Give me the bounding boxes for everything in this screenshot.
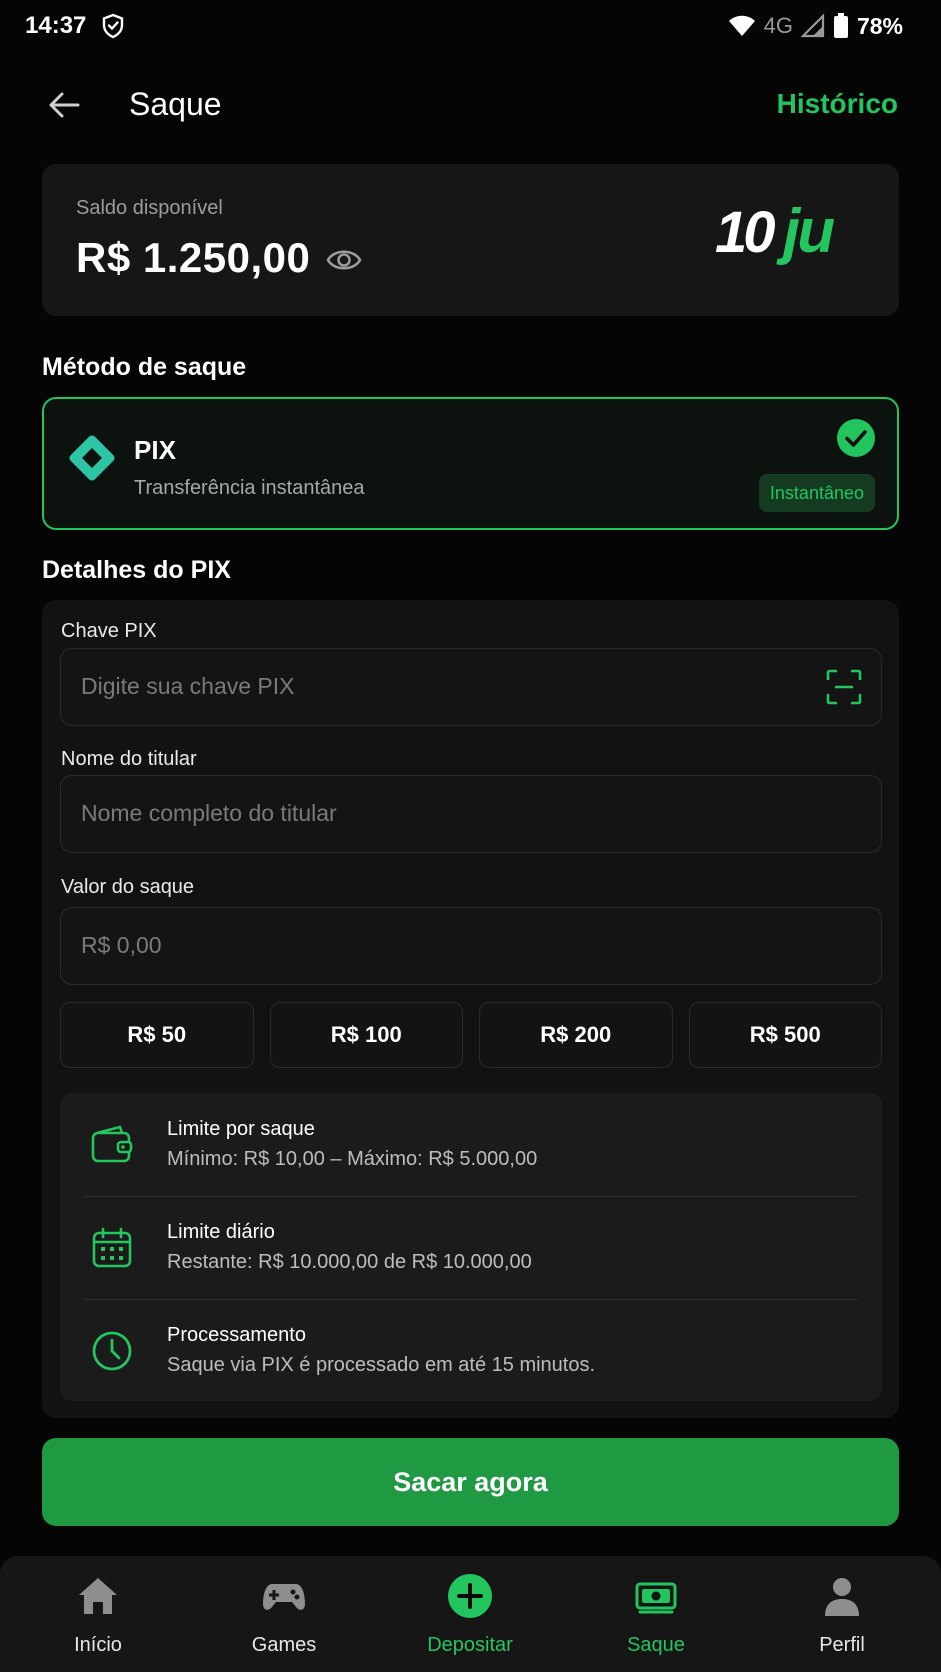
balance-card: Saldo disponível R$ 1.250,00 10 ju bbox=[42, 164, 899, 316]
balance-label: Saldo disponível bbox=[76, 197, 223, 219]
details-section-title: Detalhes do PIX bbox=[42, 556, 231, 584]
holder-name-input[interactable] bbox=[81, 776, 821, 851]
info-row-limit: Limite por saque Mínimo: R$ 10,00 – Máxi… bbox=[60, 1093, 882, 1196]
info-title: Limite diário bbox=[167, 1221, 275, 1243]
scan-qr-icon[interactable] bbox=[826, 669, 862, 705]
cash-icon bbox=[635, 1582, 677, 1614]
info-title: Limite por saque bbox=[167, 1118, 315, 1140]
amount-field bbox=[60, 907, 882, 985]
nav-label: Perfil bbox=[819, 1634, 865, 1656]
pix-name: PIX bbox=[134, 435, 176, 465]
wifi-icon bbox=[728, 15, 755, 36]
nav-item-inicio[interactable]: Início bbox=[18, 1556, 178, 1672]
holder-name-field bbox=[60, 775, 882, 853]
pix-description: Transferência instantânea bbox=[134, 477, 365, 499]
pix-details-card: Chave PIX Nome do titular Valor do saque… bbox=[42, 600, 899, 1418]
quick-amount-50[interactable]: R$ 50 bbox=[60, 1002, 254, 1068]
calendar-icon bbox=[92, 1227, 132, 1268]
quick-amounts: R$ 50 R$ 100 R$ 200 R$ 500 bbox=[60, 1002, 882, 1068]
quick-amount-100[interactable]: R$ 100 bbox=[269, 1002, 463, 1068]
pix-logo-icon bbox=[69, 435, 115, 481]
amount-label: Valor do saque bbox=[61, 876, 195, 898]
nav-label: Games bbox=[251, 1634, 317, 1656]
balance-value: R$ 1.250,00 bbox=[76, 234, 311, 281]
instant-badge: Instantâneo bbox=[758, 474, 875, 512]
battery-icon bbox=[833, 13, 848, 38]
pix-key-input[interactable] bbox=[81, 649, 821, 724]
clock-icon bbox=[92, 1331, 132, 1371]
user-icon bbox=[825, 1578, 859, 1616]
info-row-processing: Processamento Saque via PIX é processado… bbox=[60, 1299, 882, 1402]
pix-method-card[interactable]: PIX Transferência instantânea Instantâne… bbox=[42, 397, 899, 530]
svg-text:10: 10 bbox=[715, 200, 775, 265]
nav-label: Saque bbox=[627, 1634, 685, 1656]
check-circle-icon bbox=[837, 419, 875, 457]
page-title: Saque bbox=[129, 86, 222, 122]
info-subtitle: Saque via PIX é processado em até 15 min… bbox=[167, 1354, 596, 1376]
nav-item-saque[interactable]: Saque bbox=[576, 1556, 736, 1672]
info-title: Processamento bbox=[167, 1324, 306, 1346]
shield-icon bbox=[102, 13, 124, 39]
gamepad-icon bbox=[263, 1584, 305, 1610]
limits-info-box: Limite por saque Mínimo: R$ 10,00 – Máxi… bbox=[60, 1093, 882, 1401]
eye-icon[interactable] bbox=[326, 245, 362, 275]
info-row-daily: Limite diário Restante: R$ 10.000,00 de … bbox=[60, 1196, 882, 1299]
quick-amount-200[interactable]: R$ 200 bbox=[479, 1002, 673, 1068]
history-link[interactable]: Histórico bbox=[777, 88, 898, 120]
wallet-icon bbox=[91, 1125, 133, 1163]
back-arrow-icon[interactable] bbox=[44, 85, 84, 125]
nav-item-perfil[interactable]: Perfil bbox=[762, 1556, 922, 1672]
nav-label: Depositar bbox=[427, 1634, 513, 1656]
holder-name-label: Nome do titular bbox=[61, 748, 197, 770]
amount-input[interactable] bbox=[81, 908, 821, 983]
svg-text:ju: ju bbox=[776, 200, 834, 266]
nav-item-games[interactable]: Games bbox=[204, 1556, 364, 1672]
info-subtitle: Mínimo: R$ 10,00 – Máximo: R$ 5.000,00 bbox=[167, 1148, 538, 1170]
home-icon bbox=[79, 1578, 117, 1614]
method-section-title: Método de saque bbox=[42, 353, 247, 381]
nav-item-depositar[interactable]: Depositar bbox=[390, 1556, 550, 1672]
bottom-nav: Início Games Depositar Saque Perfil bbox=[0, 1556, 941, 1672]
pix-key-field bbox=[60, 648, 882, 726]
withdraw-now-button[interactable]: Sacar agora bbox=[42, 1438, 899, 1526]
pix-key-label: Chave PIX bbox=[61, 620, 157, 642]
plus-circle-icon bbox=[448, 1574, 492, 1618]
status-time: 14:37 bbox=[25, 12, 87, 39]
brand-logo: 10 ju bbox=[715, 200, 837, 266]
nav-label: Início bbox=[74, 1634, 122, 1656]
info-subtitle: Restante: R$ 10.000,00 de R$ 10.000,00 bbox=[167, 1251, 532, 1273]
status-bar: 14:37 4G 78% bbox=[0, 0, 941, 52]
quick-amount-500[interactable]: R$ 500 bbox=[688, 1002, 882, 1068]
battery-level: 78% bbox=[856, 12, 903, 39]
app-header: Saque Histórico bbox=[0, 70, 941, 140]
signal-icon bbox=[800, 14, 825, 38]
network-type: 4G bbox=[763, 13, 793, 38]
